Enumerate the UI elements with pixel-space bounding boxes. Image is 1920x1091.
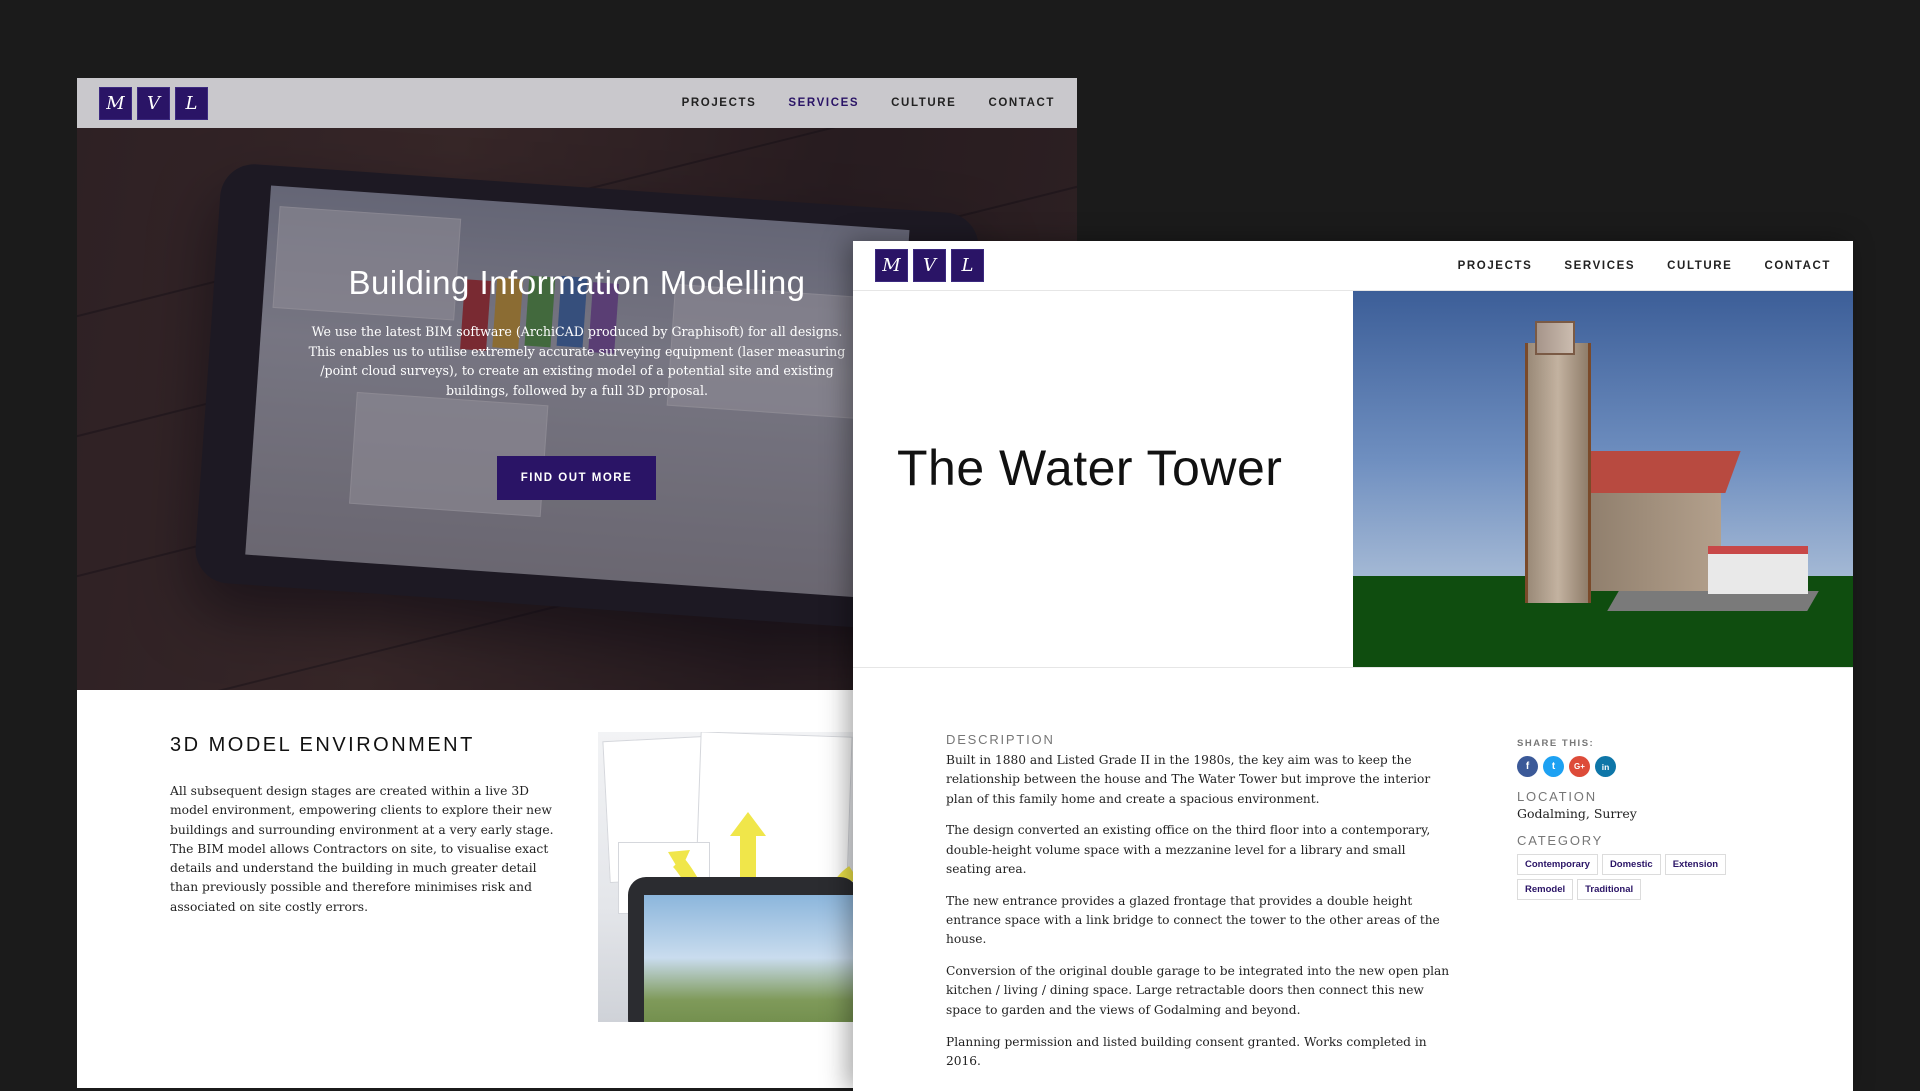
project-title: The Water Tower [897,440,1283,496]
linkedin-icon[interactable]: in [1595,756,1616,777]
logo[interactable]: M V L [99,86,208,120]
description-paragraph: Planning permission and listed building … [946,1034,1427,1068]
category-tags: Contemporary Domestic Extension Remodel … [1517,854,1747,900]
twitter-icon[interactable]: t [1543,756,1564,777]
nav-services[interactable]: SERVICES [788,97,859,109]
bim-illustration [598,732,858,1022]
description-paragraph: Built in 1880 and Listed Grade II in the… [946,753,1431,806]
location-label: LOCATION [1517,789,1597,804]
category-label: CATEGORY [1517,833,1604,848]
project-sidebar: SHARE THIS: f t G+ in LOCATION Godalming… [1517,738,1777,900]
logo-letter: M [99,86,132,120]
category-tag[interactable]: Domestic [1601,854,1661,875]
logo-letter: V [137,86,170,120]
site-header: M V L PROJECTS SERVICES CULTURE CONTACT [77,78,1077,128]
location-value: Godalming, Surrey [1517,806,1637,821]
main-nav: PROJECTS SERVICES CULTURE CONTACT [682,97,1055,109]
category-tag[interactable]: Traditional [1577,879,1642,900]
category-tag[interactable]: Extension [1664,854,1727,875]
description-body: Built in 1880 and Listed Grade II in the… [946,751,1454,1084]
logo-letter: L [951,249,984,282]
facebook-icon[interactable]: f [1517,756,1538,777]
description-paragraph: The design converted an existing office … [946,823,1431,876]
nav-services[interactable]: SERVICES [1564,260,1635,272]
logo-letter: L [175,86,208,120]
share-buttons: f t G+ in [1517,756,1777,777]
category-tag[interactable]: Remodel [1517,879,1574,900]
project-page-window: M V L PROJECTS SERVICES CULTURE CONTACT … [853,241,1853,1091]
nav-culture[interactable]: CULTURE [1667,260,1732,272]
water-tower-render [1353,291,1853,667]
description-paragraph: Conversion of the original double garage… [946,964,1450,1017]
divider [853,667,1853,668]
nav-contact[interactable]: CONTACT [988,97,1055,109]
main-nav: PROJECTS SERVICES CULTURE CONTACT [1458,260,1831,272]
section-body: All subsequent design stages are created… [170,784,554,914]
logo-letter: V [913,249,946,282]
description-label: DESCRIPTION [946,732,1055,747]
description-paragraph: The new entrance provides a glazed front… [946,893,1440,947]
google-plus-icon[interactable]: G+ [1569,756,1590,777]
share-label: SHARE THIS: [1517,738,1595,749]
nav-culture[interactable]: CULTURE [891,97,956,109]
hero-description: We use the latest BIM software (ArchiCAD… [308,324,846,398]
logo-letter: M [875,249,908,282]
nav-projects[interactable]: PROJECTS [1458,260,1533,272]
nav-projects[interactable]: PROJECTS [682,97,757,109]
section-heading: 3D MODEL ENVIRONMENT [170,734,475,756]
nav-contact[interactable]: CONTACT [1764,260,1831,272]
category-tag[interactable]: Contemporary [1517,854,1598,875]
site-header: M V L PROJECTS SERVICES CULTURE CONTACT [853,241,1853,291]
logo[interactable]: M V L [875,249,984,282]
find-out-more-button[interactable]: FIND OUT MORE [497,456,656,500]
